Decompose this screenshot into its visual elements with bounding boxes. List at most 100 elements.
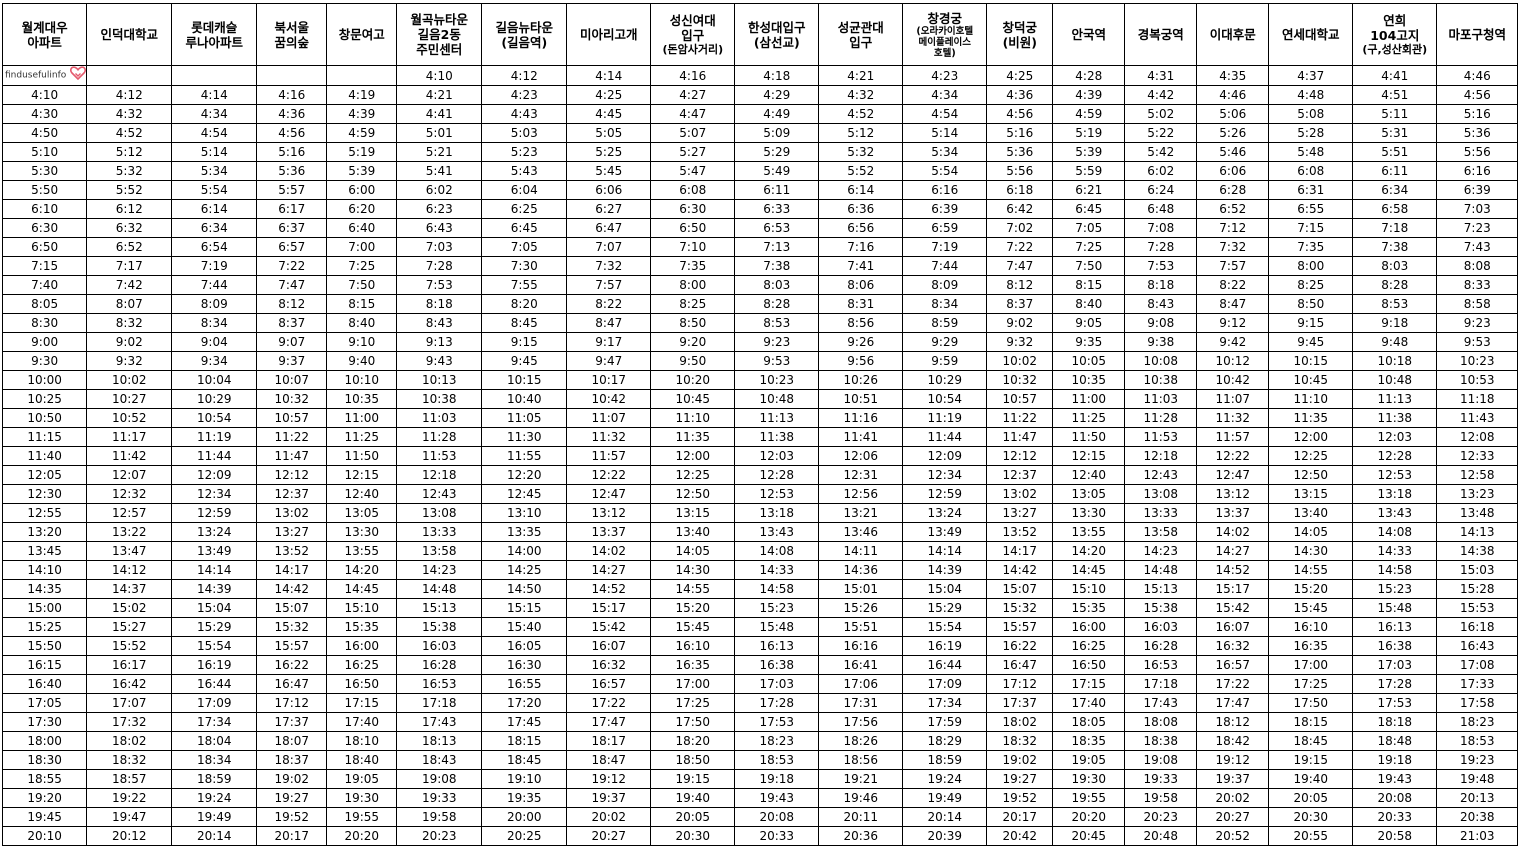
time-cell: 16:44 [902, 655, 988, 675]
time-cell: 7:47 [986, 256, 1054, 276]
time-cell: 9:07 [256, 332, 328, 352]
time-cell: 18:04 [171, 731, 258, 751]
time-cell: 10:48 [734, 389, 820, 409]
time-cell: 6:02 [1124, 161, 1198, 181]
time-cell: 18:53 [734, 750, 820, 770]
time-cell: 16:07 [566, 636, 652, 656]
time-cell: 4:48 [1268, 85, 1354, 105]
time-cell: 15:04 [902, 579, 988, 599]
time-cell: 18:38 [1124, 731, 1198, 751]
time-cell: 16:03 [396, 636, 483, 656]
time-cell: 12:59 [171, 503, 258, 523]
stop-name: 길음뉴타운 (길음역) [495, 19, 554, 50]
time-cell: 14:20 [1052, 541, 1126, 561]
time-cell: 14:52 [566, 579, 652, 599]
time-cell: 18:05 [1052, 712, 1126, 732]
time-cell: 20:36 [818, 826, 904, 846]
time-cell: 5:51 [1352, 142, 1438, 162]
time-cell: 20:30 [650, 826, 736, 846]
time-cell: 19:24 [902, 769, 988, 789]
time-cell: 5:56 [1436, 142, 1519, 162]
time-cell: 16:38 [1352, 636, 1438, 656]
time-cell: 16:30 [481, 655, 568, 675]
time-cell: 5:12 [86, 142, 173, 162]
time-cell: 7:43 [1436, 237, 1519, 257]
time-cell: 14:33 [734, 560, 820, 580]
time-cell: 10:42 [1196, 370, 1270, 390]
time-cell: 15:42 [566, 617, 652, 637]
table-row: 4:30 4:32 4:34 4:36 4:39 4:41 4:43 4:45 4:47 4:49… [1, 104, 1519, 124]
time-cell: 13:10 [481, 503, 568, 523]
time-cell: 13:37 [566, 522, 652, 542]
time-cell: 5:05 [566, 123, 652, 143]
time-cell: 16:07 [1196, 617, 1270, 637]
time-cell: 17:30 [1, 712, 88, 732]
table-row: 8:05 8:07 8:09 8:12 8:15 8:18 8:20 8:22 8:25 8:28… [1, 294, 1519, 314]
time-cell: 9:29 [902, 332, 988, 352]
time-cell: 6:08 [1268, 161, 1354, 181]
time-cell: 10:45 [650, 389, 736, 409]
time-cell: 16:28 [1124, 636, 1198, 656]
time-cell: 16:05 [481, 636, 568, 656]
time-cell: 17:28 [734, 693, 820, 713]
time-cell: 17:15 [326, 693, 398, 713]
time-cell: 8:37 [986, 294, 1054, 314]
stop-header: 월곡뉴타운 길음2동 주민센터 [396, 3, 483, 66]
time-cell: 5:06 [1196, 104, 1270, 124]
stop-header: 미아리고개 [566, 3, 652, 66]
time-cell: 10:50 [1, 408, 88, 428]
time-cell: 17:53 [1352, 693, 1438, 713]
time-cell: 6:40 [326, 218, 398, 238]
time-cell: 19:21 [818, 769, 904, 789]
time-cell: 17:09 [902, 674, 988, 694]
time-cell: 8:53 [734, 313, 820, 333]
time-cell: 5:30 [1, 161, 88, 181]
time-cell: 4:37 [1268, 65, 1354, 86]
time-cell: 8:43 [1124, 294, 1198, 314]
time-cell: 10:48 [1352, 370, 1438, 390]
time-cell: 11:10 [650, 408, 736, 428]
time-cell: 4:42 [1124, 85, 1198, 105]
time-cell: 5:11 [1352, 104, 1438, 124]
time-cell: 14:13 [1436, 522, 1519, 542]
time-cell: 5:02 [1124, 104, 1198, 124]
stop-name: 연세대학교 [1282, 27, 1340, 42]
timetable-sheet: 월계대우 아파트 인덕대학교 롯데캐슬 루나아파트 북서울 꿈의숲 창문여고 월곡뉴타운 … [1, 3, 1519, 846]
time-cell: 14:25 [481, 560, 568, 580]
stop-name: 안국역 [1071, 27, 1107, 42]
time-cell: 16:43 [1436, 636, 1519, 656]
time-cell: 20:27 [1196, 807, 1270, 827]
table-row: 12:05 12:07 12:09 12:12 12:15 12:18 12:20 12:22… [1, 465, 1519, 485]
time-cell: 15:28 [1436, 579, 1519, 599]
time-cell: 4:56 [986, 104, 1054, 124]
time-cell: 12:37 [986, 465, 1054, 485]
time-cell: 13:27 [986, 503, 1054, 523]
time-cell: 4:10 [1, 85, 88, 105]
time-cell: 15:15 [481, 598, 568, 618]
time-cell: 4:10 [396, 65, 483, 86]
time-cell: 8:03 [734, 275, 820, 295]
time-cell: 19:33 [1124, 769, 1198, 789]
time-cell: 17:12 [986, 674, 1054, 694]
time-cell: 10:40 [481, 389, 568, 409]
time-cell: 17:53 [734, 712, 820, 732]
time-cell: 6:33 [734, 199, 820, 219]
time-cell: 17:37 [986, 693, 1054, 713]
time-cell: 7:23 [1436, 218, 1519, 238]
time-cell: 14:05 [1268, 522, 1354, 542]
time-cell: 7:17 [86, 256, 173, 276]
time-cell: 14:30 [1268, 541, 1354, 561]
time-cell: 17:25 [650, 693, 736, 713]
time-cell: 15:17 [566, 598, 652, 618]
time-cell: 16:25 [326, 655, 398, 675]
time-cell: 5:16 [986, 123, 1054, 143]
time-cell: 10:08 [1124, 351, 1198, 371]
time-cell [171, 65, 258, 86]
time-cell: 7:57 [566, 275, 652, 295]
time-cell: 19:05 [326, 769, 398, 789]
time-cell: 11:13 [734, 408, 820, 428]
time-cell: 13:30 [326, 522, 398, 542]
time-cell: 13:48 [1436, 503, 1519, 523]
time-cell: 19:43 [734, 788, 820, 808]
stop-name: 성균관대 입구 [837, 19, 884, 50]
